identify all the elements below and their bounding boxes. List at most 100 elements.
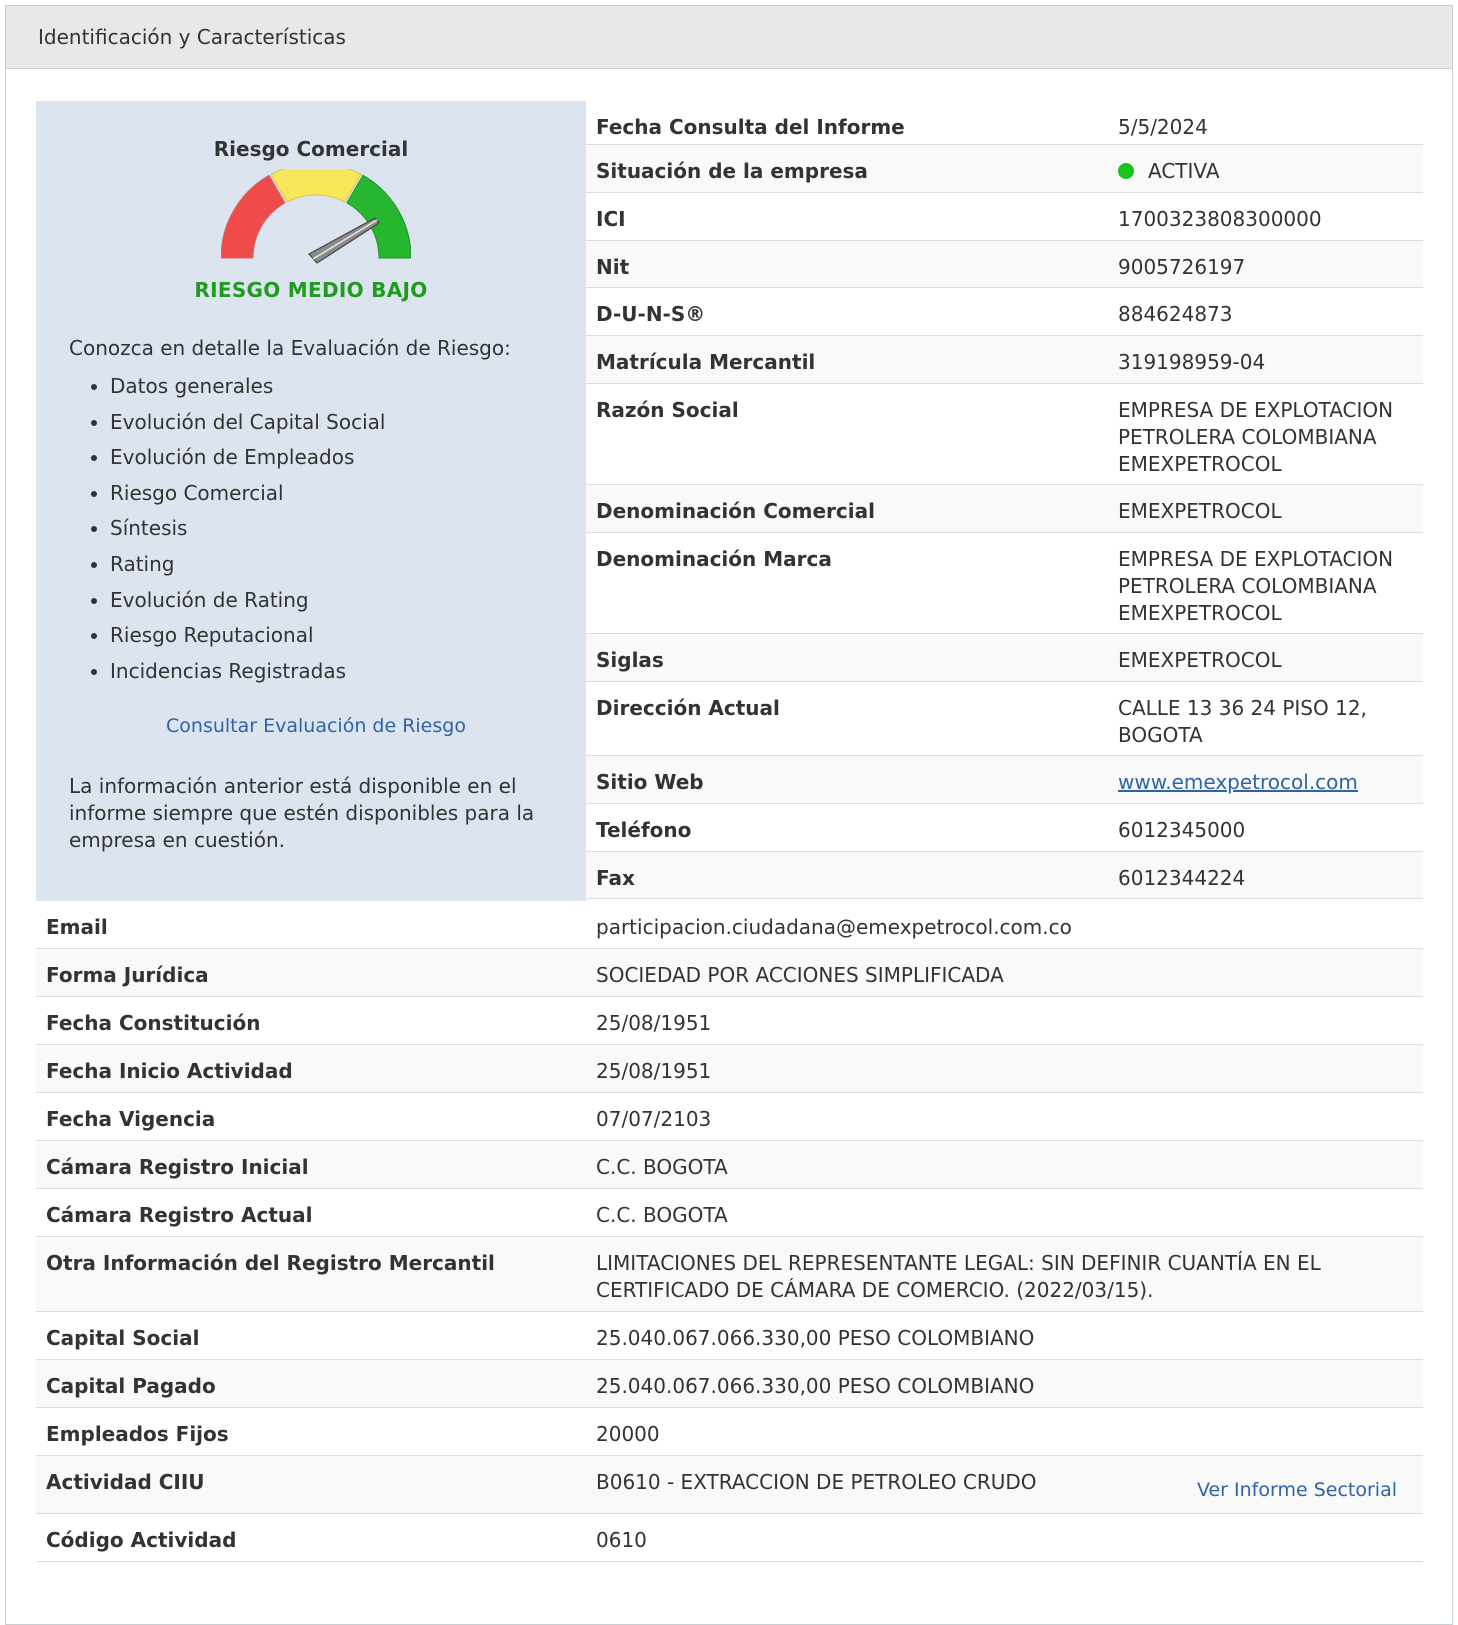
table-row: Forma Jurídica SOCIEDAD POR ACCIONES SIM… xyxy=(36,949,1423,997)
row-value: 884624873 xyxy=(1118,302,1233,326)
list-item: Datos generales xyxy=(110,373,385,409)
row-label: Fecha Constitución xyxy=(46,1011,261,1035)
list-item: Rating xyxy=(110,551,385,587)
sector-report-link[interactable]: Ver Informe Sectorial xyxy=(1197,1477,1397,1513)
row-label: Forma Jurídica xyxy=(46,963,209,987)
list-item: Síntesis xyxy=(110,515,385,551)
list-item: Evolución de Empleados xyxy=(110,444,385,480)
table-row: Código Actividad 0610 xyxy=(36,1514,1423,1562)
gauge-red-segment xyxy=(221,174,286,259)
row-label: Código Actividad xyxy=(46,1528,237,1552)
table-row: ICI 1700323808300000 xyxy=(586,193,1423,241)
row-label: Fax xyxy=(596,866,635,890)
table-row: Fecha Vigencia 07/07/2103 xyxy=(36,1093,1423,1141)
row-value: 5/5/2024 xyxy=(1118,115,1208,139)
row-label: D-U-N-S® xyxy=(596,302,706,326)
row-label: Fecha Vigencia xyxy=(46,1107,216,1131)
table-row: Capital Pagado 25.040.067.066.330,00 PES… xyxy=(36,1360,1423,1408)
list-item: Evolución de Rating xyxy=(110,587,385,623)
row-label: Empleados Fijos xyxy=(46,1422,229,1446)
row-value: 25.040.067.066.330,00 PESO COLOMBIANO xyxy=(596,1374,1035,1398)
row-value: 25/08/1951 xyxy=(596,1011,712,1035)
row-label: Razón Social xyxy=(596,398,739,422)
risk-intro-text: Conozca en detalle la Evaluación de Ries… xyxy=(69,336,511,360)
row-label: Dirección Actual xyxy=(596,696,780,720)
status-text: ACTIVA xyxy=(1148,159,1220,183)
table-row: Matrícula Mercantil 319198959-04 xyxy=(586,336,1423,384)
gauge-green-segment xyxy=(346,174,411,259)
row-value: C.C. BOGOTA xyxy=(596,1203,728,1227)
risk-summary-box: Riesgo Comercial RIESGO MEDIO BAJO Conoz… xyxy=(36,101,586,901)
row-label: Teléfono xyxy=(596,818,692,842)
table-row: Actividad CIIU B0610 - EXTRACCION DE PET… xyxy=(36,1456,1423,1514)
table-row: Fax 6012344224 xyxy=(586,852,1423,899)
list-item: Evolución del Capital Social xyxy=(110,409,385,445)
row-label: Nit xyxy=(596,255,630,279)
row-label: Matrícula Mercantil xyxy=(596,350,816,374)
row-label: Email xyxy=(46,915,108,939)
table-row: Fecha Constitución 25/08/1951 xyxy=(36,997,1423,1045)
table-row: Cámara Registro Actual C.C. BOGOTA xyxy=(36,1189,1423,1237)
row-value: 319198959-04 xyxy=(1118,350,1266,374)
row-value: B0610 - EXTRACCION DE PETROLEO CRUDO Ver… xyxy=(586,1456,1423,1513)
row-value: 9005726197 xyxy=(1118,255,1246,279)
row-label: Capital Pagado xyxy=(46,1374,216,1398)
table-row: Teléfono 6012345000 xyxy=(586,804,1423,852)
row-value: 20000 xyxy=(596,1422,660,1446)
table-row: Denominación Comercial EMEXPETROCOL xyxy=(586,485,1423,533)
status-dot-icon xyxy=(1118,163,1134,179)
row-value: 25/08/1951 xyxy=(596,1059,712,1083)
table-row: Sitio Web www.emexpetrocol.com xyxy=(586,756,1423,804)
table-row: Email participacion.ciudadana@emexpetroc… xyxy=(36,901,1423,949)
consult-risk-link[interactable]: Consultar Evaluación de Riesgo xyxy=(36,715,596,737)
list-item: Riesgo Comercial xyxy=(110,480,385,516)
table-row: Empleados Fijos 20000 xyxy=(36,1408,1423,1456)
table-row: Denominación Marca EMPRESA DE EXPLOTACIO… xyxy=(586,533,1423,634)
row-value: 6012345000 xyxy=(1118,818,1246,842)
gauge-yellow-segment xyxy=(270,169,362,203)
company-info-panel: Identificación y Características Riesgo … xyxy=(5,5,1453,1625)
row-label: Cámara Registro Inicial xyxy=(46,1155,309,1179)
ciiu-activity-text: B0610 - EXTRACCION DE PETROLEO CRUDO xyxy=(596,1470,1037,1494)
row-label: Fecha Consulta del Informe xyxy=(596,115,905,139)
table-row: Fecha Consulta del Informe 5/5/2024 xyxy=(586,101,1423,145)
table-row: Razón Social EMPRESA DE EXPLOTACION PETR… xyxy=(586,384,1423,485)
row-value: 25.040.067.066.330,00 PESO COLOMBIANO xyxy=(596,1326,1035,1350)
row-value: 6012344224 xyxy=(1118,866,1246,890)
risk-level-label: RIESGO MEDIO BAJO xyxy=(194,278,428,302)
row-value: CALLE 13 36 24 PISO 12, BOGOTA xyxy=(1118,696,1367,747)
row-value: EMPRESA DE EXPLOTACION PETROLERA COLOMBI… xyxy=(1118,398,1394,476)
table-row: Dirección Actual CALLE 13 36 24 PISO 12,… xyxy=(586,682,1423,756)
row-label: Fecha Inicio Actividad xyxy=(46,1059,293,1083)
table-row: Otra Información del Registro Mercantil … xyxy=(36,1237,1423,1312)
table-row: Cámara Registro Inicial C.C. BOGOTA xyxy=(36,1141,1423,1189)
risk-gauge-chart xyxy=(221,169,411,264)
row-value: SOCIEDAD POR ACCIONES SIMPLIFICADA xyxy=(596,963,1004,987)
panel-header: Identificación y Características xyxy=(6,6,1452,69)
table-row: D-U-N-S® 884624873 xyxy=(586,288,1423,336)
company-details-table-bottom: Email participacion.ciudadana@emexpetroc… xyxy=(36,901,1423,1562)
risk-items-list: Datos generales Evolución del Capital So… xyxy=(78,373,385,693)
row-value: participacion.ciudadana@emexpetrocol.com… xyxy=(596,915,1072,939)
table-row: Situación de la empresa ACTIVA xyxy=(586,145,1423,193)
row-label: Cámara Registro Actual xyxy=(46,1203,313,1227)
table-row: Fecha Inicio Actividad 25/08/1951 xyxy=(36,1045,1423,1093)
row-value: EMEXPETROCOL xyxy=(1118,499,1282,523)
row-value: EMEXPETROCOL xyxy=(1118,648,1282,672)
availability-note: La información anterior está disponible … xyxy=(69,774,535,852)
row-label: Sitio Web xyxy=(596,770,704,794)
row-label: Siglas xyxy=(596,648,664,672)
website-link[interactable]: www.emexpetrocol.com xyxy=(1108,756,1423,803)
list-item: Riesgo Reputacional xyxy=(110,622,385,658)
row-value: ACTIVA xyxy=(1108,145,1423,192)
row-value: C.C. BOGOTA xyxy=(596,1155,728,1179)
risk-title: Riesgo Comercial xyxy=(213,137,409,161)
gauge-needle-icon xyxy=(308,217,380,264)
row-value: 07/07/2103 xyxy=(596,1107,712,1131)
table-row: Nit 9005726197 xyxy=(586,241,1423,288)
row-label: Otra Información del Registro Mercantil xyxy=(46,1251,495,1275)
row-value: 0610 xyxy=(596,1528,647,1552)
row-label: Denominación Comercial xyxy=(596,499,875,523)
panel-title: Identificación y Características xyxy=(38,25,346,49)
row-value: 1700323808300000 xyxy=(1118,207,1322,231)
